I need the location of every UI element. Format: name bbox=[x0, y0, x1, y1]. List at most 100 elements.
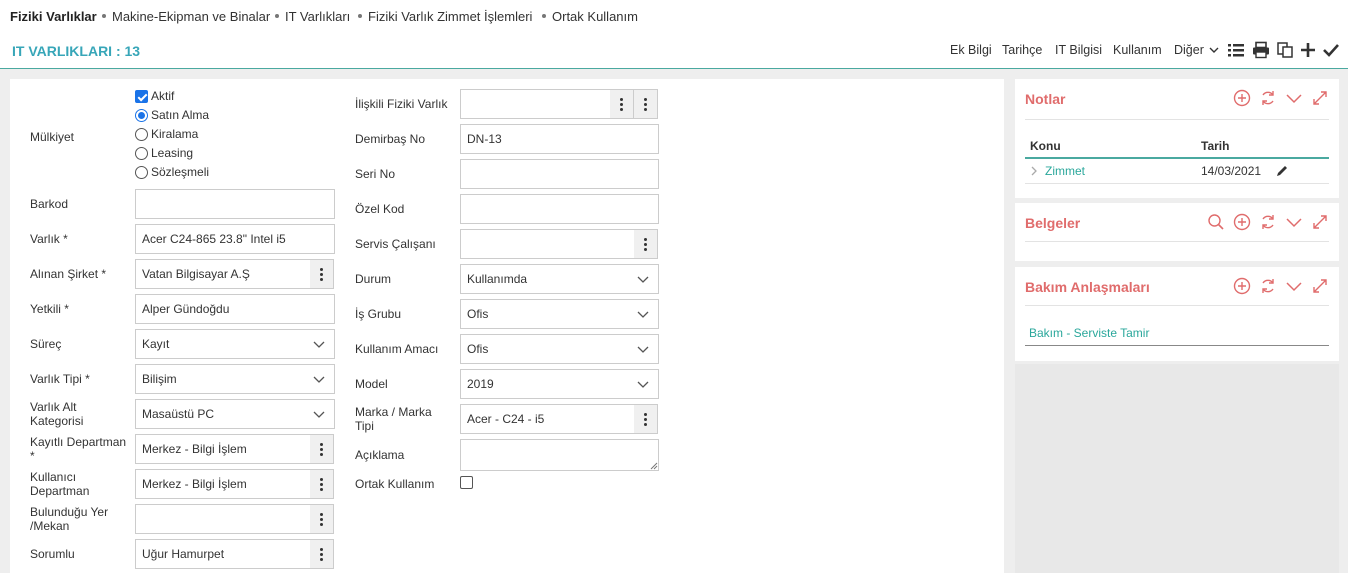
kayitli-departman-label: Kayıtlı Departman * bbox=[30, 435, 127, 463]
expand-icon[interactable] bbox=[1311, 89, 1329, 107]
bakim-item-link[interactable]: Bakım - Serviste Tamir bbox=[1029, 326, 1149, 340]
select-value: Masaüstü PC bbox=[142, 407, 215, 421]
radio-leasing[interactable]: Leasing bbox=[135, 146, 193, 161]
nav-item-label: IT Varlıkları bbox=[285, 9, 351, 24]
select-value: Kullanımda bbox=[467, 272, 528, 286]
chevron-down-icon bbox=[637, 346, 649, 353]
varlik-input[interactable]: Acer C24-865 23.8" Intel i5 bbox=[135, 224, 335, 254]
expand-icon[interactable] bbox=[1311, 277, 1329, 295]
chevron-down-icon bbox=[313, 341, 325, 348]
note-link[interactable]: Zimmet bbox=[1045, 164, 1085, 178]
iliskili-varlik-label: İlişkili Fiziki Varlık bbox=[355, 97, 448, 111]
copy-icon[interactable] bbox=[1276, 41, 1294, 59]
tarihce-link[interactable]: Tarihçe bbox=[1002, 43, 1042, 57]
panel-title: Bakım Anlaşmaları bbox=[1025, 279, 1150, 295]
kayitli-departman-input[interactable]: Merkez - Bilgi İşlem bbox=[135, 434, 311, 464]
is-grubu-select[interactable]: Ofis bbox=[460, 299, 659, 329]
varlik-tipi-label: Varlık Tipi * bbox=[30, 372, 90, 386]
plus-icon[interactable] bbox=[1299, 41, 1317, 59]
radio-dot bbox=[135, 109, 148, 123]
barkod-label: Barkod bbox=[30, 197, 69, 211]
surec-select[interactable]: Kayıt bbox=[135, 329, 335, 359]
pencil-icon[interactable] bbox=[1275, 164, 1289, 178]
nav-item-zimmet-islemleri[interactable]: Fiziki Varlık Zimmet İşlemleri bbox=[358, 9, 532, 24]
expand-icon[interactable] bbox=[1311, 213, 1329, 231]
select-value: Kayıt bbox=[142, 337, 170, 351]
refresh-icon[interactable] bbox=[1259, 89, 1277, 107]
demirbas-no-input[interactable]: DN-13 bbox=[460, 124, 659, 154]
kullanim-amaci-select[interactable]: Ofis bbox=[460, 334, 659, 364]
durum-select[interactable]: Kullanımda bbox=[460, 264, 659, 294]
add-circle-icon[interactable] bbox=[1233, 89, 1251, 107]
print-icon[interactable] bbox=[1252, 41, 1270, 59]
chevron-right-icon[interactable] bbox=[1030, 166, 1038, 176]
refresh-icon[interactable] bbox=[1259, 213, 1277, 231]
iliskili-varlik-input[interactable] bbox=[460, 89, 611, 119]
it-bilgisi-link[interactable]: IT Bilgisi bbox=[1055, 43, 1102, 57]
chevron-down-icon[interactable] bbox=[1285, 89, 1303, 107]
search-icon[interactable] bbox=[1207, 213, 1225, 231]
sorumlu-input[interactable]: Uğur Hamurpet bbox=[135, 539, 311, 569]
varlik-alt-kategori-select[interactable]: Masaüstü PC bbox=[135, 399, 335, 429]
radio-dot bbox=[135, 166, 148, 180]
yetkili-input[interactable]: Alper Gündoğdu bbox=[135, 294, 335, 324]
nav-item-makine-ekipman[interactable]: Makine-Ekipman ve Binalar bbox=[102, 9, 270, 24]
select-value: Ofis bbox=[467, 307, 489, 321]
ortak-kullanim-label: Ortak Kullanım bbox=[355, 477, 435, 491]
ek-bilgi-link[interactable]: Ek Bilgi bbox=[950, 43, 992, 57]
ortak-kullanim-checkbox[interactable] bbox=[460, 476, 473, 489]
check-icon[interactable] bbox=[1322, 41, 1340, 59]
row-divider bbox=[1025, 345, 1329, 346]
more-options-icon[interactable] bbox=[610, 89, 634, 119]
refresh-icon[interactable] bbox=[1259, 277, 1277, 295]
aktif-checkbox[interactable]: Aktif bbox=[135, 89, 174, 104]
varlik-tipi-select[interactable]: Bilişim bbox=[135, 364, 335, 394]
chevron-down-icon[interactable] bbox=[1285, 277, 1303, 295]
surec-label: Süreç bbox=[30, 337, 62, 351]
more-options-icon[interactable] bbox=[310, 259, 334, 289]
kullanim-link[interactable]: Kullanım bbox=[1113, 43, 1162, 57]
demirbas-no-label: Demirbaş No bbox=[355, 132, 426, 146]
more-options-icon[interactable] bbox=[310, 504, 334, 534]
is-grubu-label: İş Grubu bbox=[355, 307, 402, 321]
alinan-sirket-input[interactable]: Vatan Bilgisayar A.Ş bbox=[135, 259, 311, 289]
chevron-down-icon[interactable] bbox=[1285, 213, 1303, 231]
more-options-icon[interactable] bbox=[634, 89, 658, 119]
kullanim-amaci-label: Kullanım Amacı bbox=[355, 342, 439, 356]
radio-sozlesmeli[interactable]: Sözleşmeli bbox=[135, 165, 210, 180]
radio-kiralama[interactable]: Kiralama bbox=[135, 127, 198, 142]
servis-calisani-input[interactable] bbox=[460, 229, 635, 259]
chevron-down-icon bbox=[313, 411, 325, 418]
ozel-kod-label: Özel Kod bbox=[355, 202, 405, 216]
more-options-icon[interactable] bbox=[634, 229, 658, 259]
add-circle-icon[interactable] bbox=[1233, 277, 1251, 295]
kullanici-departman-input[interactable]: Merkez - Bilgi İşlem bbox=[135, 469, 311, 499]
list-icon[interactable] bbox=[1227, 41, 1245, 59]
nav-item-label: Makine-Ekipman ve Binalar bbox=[112, 9, 271, 24]
select-value: Bilişim bbox=[142, 372, 177, 386]
radio-satin-alma[interactable]: Satın Alma bbox=[135, 108, 209, 123]
radio-label: Sözleşmeli bbox=[151, 165, 210, 179]
header-underline bbox=[1025, 157, 1329, 159]
bulundugu-yer-input[interactable] bbox=[135, 504, 311, 534]
nav-item-fiziki-varliklar[interactable]: Fiziki Varlıklar bbox=[10, 9, 97, 24]
more-options-icon[interactable] bbox=[310, 539, 334, 569]
radio-dot bbox=[135, 128, 148, 142]
aciklama-textarea[interactable] bbox=[460, 439, 659, 471]
barkod-input[interactable] bbox=[135, 189, 335, 219]
more-options-icon[interactable] bbox=[310, 469, 334, 499]
bullet-icon bbox=[275, 13, 279, 18]
model-select[interactable]: 2019 bbox=[460, 369, 659, 399]
marka-input[interactable]: Acer - C24 - i5 bbox=[460, 404, 635, 434]
more-options-icon[interactable] bbox=[310, 434, 334, 464]
radio-dot bbox=[135, 147, 148, 161]
seri-no-input[interactable] bbox=[460, 159, 659, 189]
add-circle-icon[interactable] bbox=[1233, 213, 1251, 231]
more-options-icon[interactable] bbox=[634, 404, 658, 434]
nav-item-it-varliklari[interactable]: IT Varlıkları bbox=[275, 9, 350, 24]
resize-handle-icon[interactable] bbox=[650, 462, 658, 470]
ozel-kod-input[interactable] bbox=[460, 194, 659, 224]
top-nav: Fiziki Varlıklar Makine-Ekipman ve Binal… bbox=[0, 0, 1348, 32]
nav-item-ortak-kullanim[interactable]: Ortak Kullanım bbox=[542, 9, 638, 24]
diger-dropdown[interactable]: Diğer bbox=[1174, 43, 1219, 57]
